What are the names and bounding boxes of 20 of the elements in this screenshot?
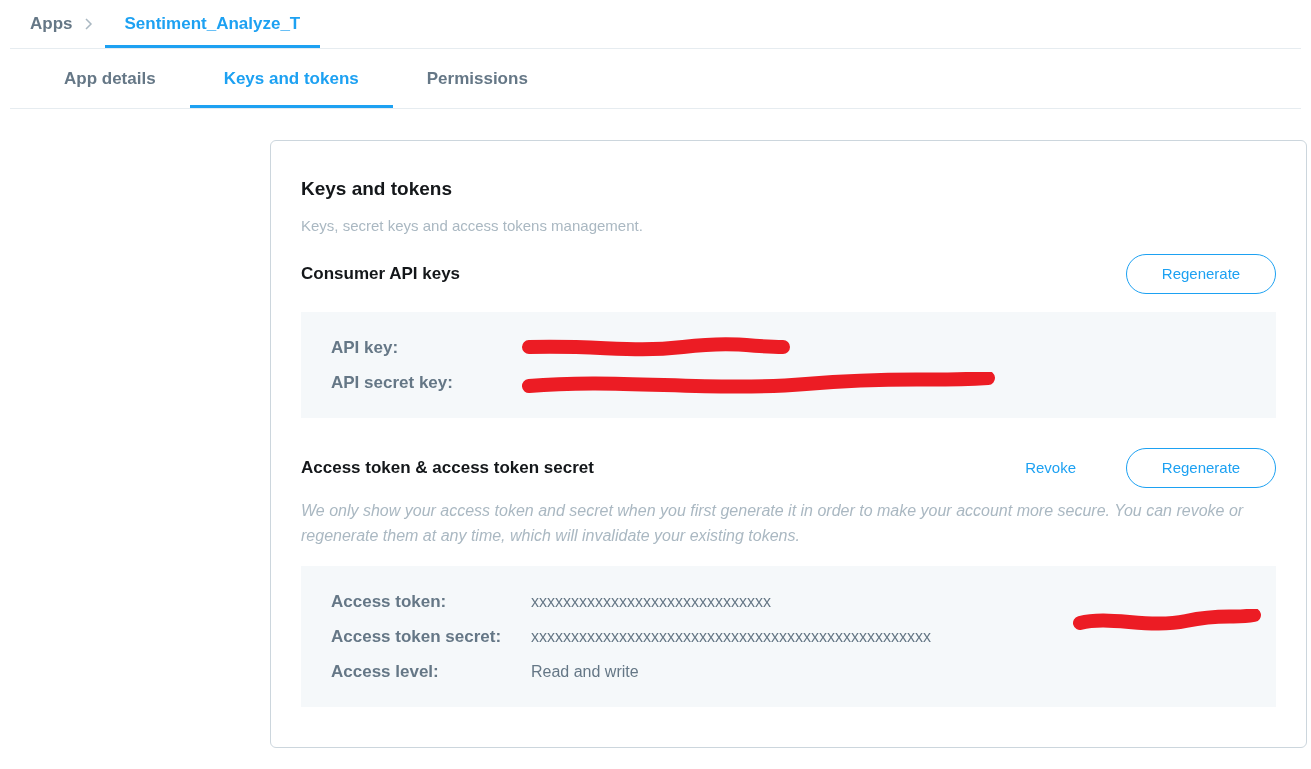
field-value: xxxxxxxxxxxxxxxxxxxxxxxxxxxxxx bbox=[531, 591, 771, 612]
tab[interactable]: Keys and tokens bbox=[189, 49, 393, 108]
breadcrumb-link[interactable]: Sentiment_Analyze_T bbox=[104, 0, 321, 48]
card-title: Keys and tokens bbox=[301, 177, 453, 201]
tab[interactable]: Permissions bbox=[392, 49, 562, 108]
field-label: API key: bbox=[331, 336, 400, 359]
field-label: Access token: bbox=[331, 590, 448, 613]
field-label: Access token secret: bbox=[331, 625, 503, 648]
chevron-icon bbox=[84, 18, 93, 30]
card-subtitle: Keys, secret keys and access tokens management. bbox=[301, 215, 644, 236]
field-label: Access level: bbox=[331, 660, 440, 683]
field-value: xxxxxxxxxxxxxxxxxxxxxxxxxxxxxxxxxxxxxxxxxxxxxxxxxx bbox=[531, 626, 931, 647]
section-note: We only show your access token and secret when you first generate it in order to make your account more secure. You can revoke or regenerate them at any time, which will invalidate your existing tokens. bbox=[301, 501, 1245, 546]
breadcrumb-link[interactable]: Apps bbox=[10, 0, 73, 48]
field-value: Read and write bbox=[531, 661, 639, 682]
revoke-link[interactable]: Revoke bbox=[1025, 456, 1076, 480]
section-title: Access token & access token secret bbox=[301, 457, 594, 480]
section-title: Consumer API keys bbox=[301, 263, 461, 286]
tab[interactable]: App details bbox=[30, 49, 190, 108]
field-label: API secret key: bbox=[331, 371, 454, 394]
